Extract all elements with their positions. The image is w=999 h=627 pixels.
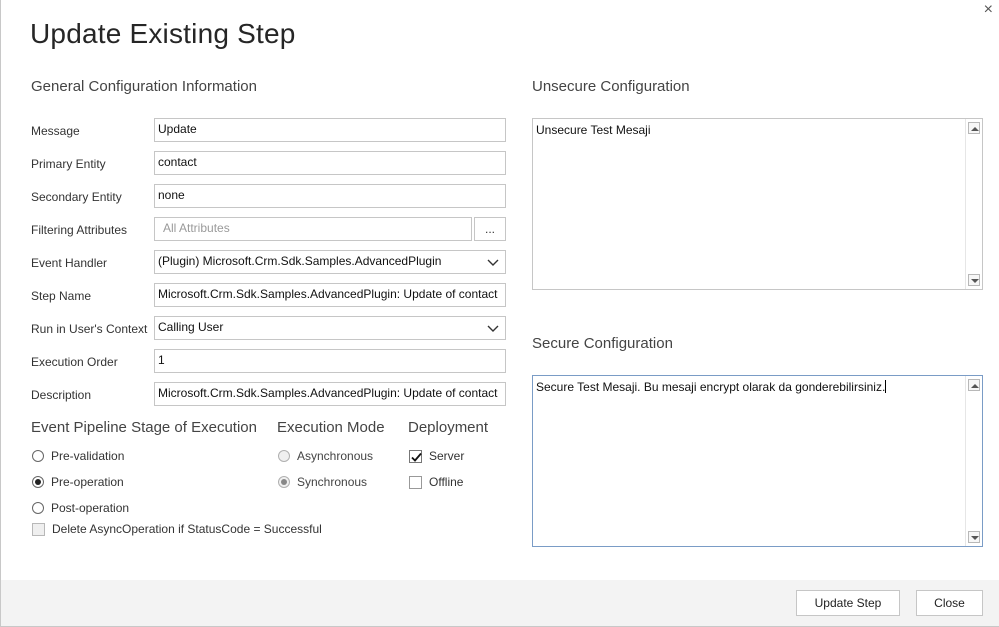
event-handler-label: Event Handler <box>31 256 108 270</box>
asynchronous-option[interactable]: Asynchronous <box>278 449 373 463</box>
secure-config-value: Secure Test Mesaji. Bu mesaji encrypt ol… <box>536 380 886 394</box>
message-label: Message <box>31 124 80 138</box>
delete-async-option[interactable]: Delete AsyncOperation if StatusCode = Su… <box>32 522 322 536</box>
server-option[interactable]: Server <box>409 449 464 463</box>
unsecure-config-textarea[interactable]: Unsecure Test Mesaji <box>532 118 983 290</box>
chevron-down-icon <box>487 325 499 332</box>
pre-operation-option[interactable]: Pre-operation <box>32 475 124 489</box>
step-name-field[interactable]: Microsoft.Crm.Sdk.Samples.AdvancedPlugin… <box>154 283 506 307</box>
post-operation-option[interactable]: Post-operation <box>32 501 129 515</box>
checkbox-icon <box>409 475 422 489</box>
scroll-down-icon[interactable] <box>968 274 980 286</box>
unsecure-config-value: Unsecure Test Mesaji <box>536 123 651 137</box>
event-handler-select[interactable]: (Plugin) Microsoft.Crm.Sdk.Samples.Advan… <box>154 250 506 274</box>
description-label: Description <box>31 388 92 402</box>
unsecure-config-heading: Unsecure Configuration <box>532 78 690 95</box>
execution-order-label: Execution Order <box>31 355 118 369</box>
radio-checked-icon <box>278 476 290 488</box>
vertical-scrollbar[interactable] <box>965 376 982 546</box>
radio-icon <box>278 450 290 462</box>
step-name-label: Step Name <box>31 289 92 303</box>
vertical-scrollbar[interactable] <box>965 119 982 289</box>
secure-config-heading: Secure Configuration <box>532 335 673 352</box>
general-config-heading: General Configuration Information <box>31 78 257 95</box>
checkbox-checked-icon <box>409 449 422 463</box>
synchronous-label: Synchronous <box>297 475 368 489</box>
primary-entity-field[interactable]: contact <box>154 151 506 175</box>
radio-icon <box>32 502 44 514</box>
execution-order-field[interactable]: 1 <box>154 349 506 373</box>
pre-operation-label: Pre-operation <box>51 475 124 489</box>
execution-mode-heading: Execution Mode <box>277 419 385 436</box>
dialog-title: Update Existing Step <box>30 18 296 49</box>
pre-validation-option[interactable]: Pre-validation <box>32 449 124 463</box>
update-step-dialog: × Update Existing Step General Configura… <box>0 0 999 627</box>
delete-async-label: Delete AsyncOperation if StatusCode = Su… <box>52 522 322 536</box>
secure-config-textarea[interactable]: Secure Test Mesaji. Bu mesaji encrypt ol… <box>532 375 983 547</box>
post-operation-label: Post-operation <box>51 501 130 515</box>
scroll-up-icon[interactable] <box>968 122 980 134</box>
server-label: Server <box>429 449 465 463</box>
filtering-attributes-label: Filtering Attributes <box>31 223 128 237</box>
pipeline-stage-heading: Event Pipeline Stage of Execution <box>31 419 257 436</box>
run-context-label: Run in User's Context <box>31 322 148 336</box>
update-step-button[interactable]: Update Step <box>796 590 900 616</box>
pre-validation-label: Pre-validation <box>51 449 125 463</box>
scroll-up-icon[interactable] <box>968 379 980 391</box>
event-handler-value: (Plugin) Microsoft.Crm.Sdk.Samples.Advan… <box>158 254 442 268</box>
radio-icon <box>32 450 44 462</box>
offline-option[interactable]: Offline <box>409 475 463 489</box>
secondary-entity-field[interactable]: none <box>154 184 506 208</box>
close-icon[interactable]: × <box>984 2 993 18</box>
checkbox-icon <box>32 522 45 536</box>
radio-checked-icon <box>32 476 44 488</box>
deployment-heading: Deployment <box>408 419 489 436</box>
dialog-footer: Update Step Close <box>1 580 999 626</box>
asynchronous-label: Asynchronous <box>297 449 374 463</box>
message-field[interactable]: Update <box>154 118 506 142</box>
chevron-down-icon <box>487 259 499 266</box>
synchronous-option[interactable]: Synchronous <box>278 475 367 489</box>
primary-entity-label: Primary Entity <box>31 157 106 171</box>
close-button[interactable]: Close <box>916 590 983 616</box>
secondary-entity-label: Secondary Entity <box>31 190 122 204</box>
run-context-select[interactable]: Calling User <box>154 316 506 340</box>
offline-label: Offline <box>429 475 464 489</box>
run-context-value: Calling User <box>158 320 224 334</box>
filtering-attributes-field[interactable]: All Attributes <box>154 217 472 241</box>
description-field[interactable]: Microsoft.Crm.Sdk.Samples.AdvancedPlugin… <box>154 382 506 406</box>
text-cursor <box>885 380 887 393</box>
scroll-down-icon[interactable] <box>968 531 980 543</box>
filtering-attributes-browse-button[interactable]: ... <box>474 217 506 241</box>
